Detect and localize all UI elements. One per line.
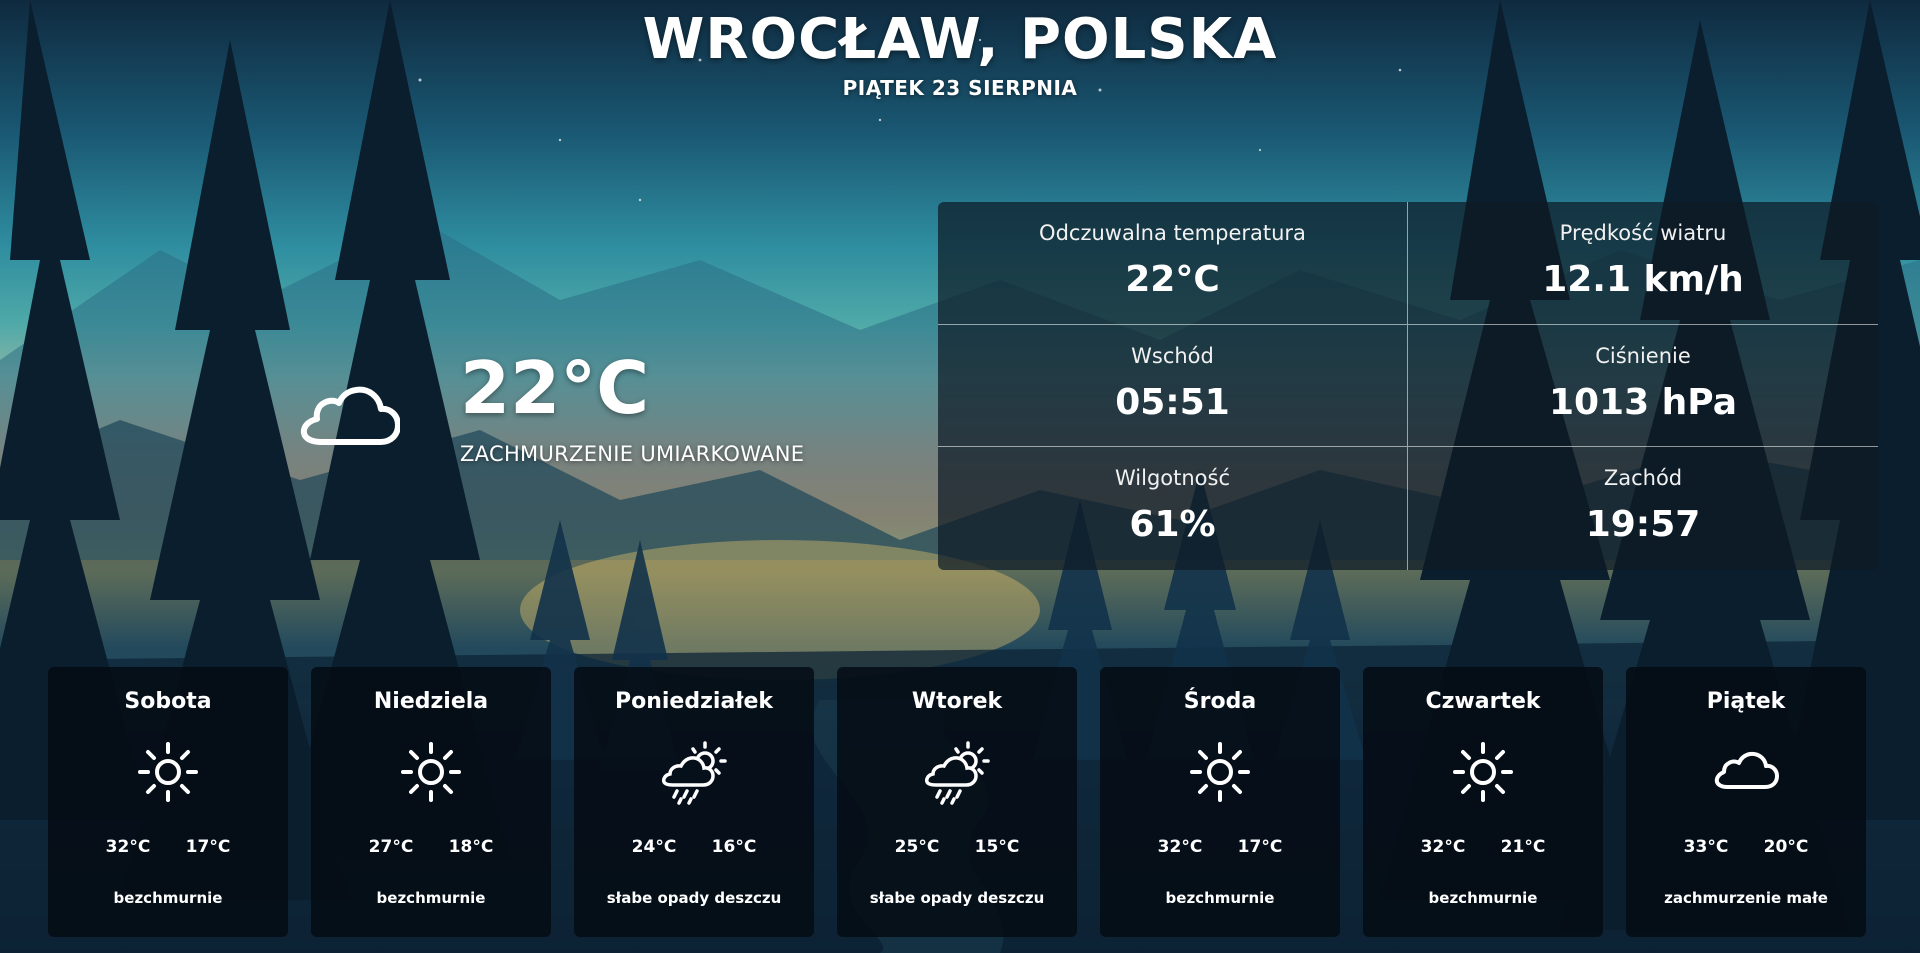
detail-humidity: Wilgotność 61% (938, 447, 1408, 570)
forecast-card-sobota[interactable]: Sobota 32°C 17°C bezchmurnie (48, 667, 288, 937)
weather-details-panel: Odczuwalna temperatura 22°C Prędkość wia… (938, 202, 1878, 570)
current-weather: 22°C ZACHMURZENIE UMIARKOWANE (300, 340, 860, 480)
forecast-card-czwartek[interactable]: Czwartek 32°C 21°C bezchmurnie (1363, 667, 1603, 937)
city-title: WROCŁAW, POLSKA (642, 7, 1278, 72)
detail-value: 19:57 (1585, 504, 1701, 546)
forecast-max-temp: 25°C (894, 837, 940, 857)
forecast-min-temp: 15°C (974, 837, 1020, 857)
forecast-day: Niedziela (373, 689, 489, 714)
forecast-description: zachmurzenie małe (1664, 889, 1828, 907)
detail-label: Ciśnienie (1595, 343, 1691, 368)
cloud-icon (1714, 751, 1779, 789)
sun-icon (138, 742, 198, 802)
forecast-max-temp: 32°C (1420, 837, 1466, 857)
sun-cloud-rain-icon (662, 741, 727, 805)
detail-sunset: Zachód 19:57 (1408, 447, 1878, 570)
forecast-max-temp: 33°C (1683, 837, 1729, 857)
detail-label: Wschód (1131, 343, 1214, 368)
forecast-day: Sobota (124, 689, 212, 714)
forecast-min-temp: 17°C (1237, 837, 1283, 857)
forecast-card-poniedzialek[interactable]: Poniedziałek 24°C 16°C słabe opady deszc… (574, 667, 814, 937)
forecast-min-temp: 20°C (1763, 837, 1809, 857)
current-description: ZACHMURZENIE UMIARKOWANE (460, 442, 805, 466)
forecast-card-sroda[interactable]: Środa 32°C 17°C bezchmurnie (1100, 667, 1340, 937)
detail-wind-speed: Prędkość wiatru 12.1 km/h (1408, 202, 1878, 325)
forecast-description: bezchmurnie (1428, 889, 1538, 907)
forecast-description: słabe opady deszczu (869, 889, 1045, 907)
forecast-min-temp: 17°C (185, 837, 231, 857)
forecast-max-temp: 32°C (1157, 837, 1203, 857)
forecast-day: Czwartek (1425, 689, 1541, 714)
forecast-day: Środa (1183, 689, 1257, 714)
forecast-day: Wtorek (911, 689, 1003, 714)
detail-value: 1013 hPa (1548, 381, 1738, 423)
sun-icon (401, 742, 461, 802)
forecast-max-temp: 24°C (631, 837, 677, 857)
page-header: WROCŁAW, POLSKA PIĄTEK 23 SIERPNIA (0, 0, 1920, 100)
detail-value: 61% (1129, 504, 1216, 546)
forecast-max-temp: 27°C (368, 837, 414, 857)
detail-value: 22°C (1125, 259, 1220, 300)
forecast-card-piatek[interactable]: Piątek 33°C 20°C zachmurzenie małe (1626, 667, 1866, 937)
current-temperature: 22°C (460, 346, 650, 430)
detail-value: 12.1 km/h (1542, 259, 1744, 300)
forecast-description: bezchmurnie (376, 889, 486, 907)
forecast-min-temp: 18°C (448, 837, 494, 857)
detail-label: Zachód (1603, 466, 1683, 491)
forecast-max-temp: 32°C (105, 837, 151, 857)
sun-cloud-rain-icon (925, 741, 990, 805)
sun-icon (1453, 742, 1513, 802)
forecast-day: Piątek (1706, 689, 1786, 714)
forecast-description: bezchmurnie (113, 889, 223, 907)
detail-pressure: Ciśnienie 1013 hPa (1408, 325, 1878, 448)
forecast-day: Poniedziałek (614, 689, 774, 714)
forecast-min-temp: 21°C (1500, 837, 1546, 857)
detail-feels-like: Odczuwalna temperatura 22°C (938, 202, 1408, 325)
forecast-description: słabe opady deszczu (606, 889, 782, 907)
forecast-min-temp: 16°C (711, 837, 757, 857)
current-date: PIĄTEK 23 SIERPNIA (842, 76, 1078, 100)
sun-icon (1190, 742, 1250, 802)
forecast-description: bezchmurnie (1165, 889, 1275, 907)
detail-label: Prędkość wiatru (1559, 221, 1727, 245)
forecast-row: Sobota 32°C 17°C bezchmurnie Niedziela 2… (48, 667, 1868, 937)
detail-label: Odczuwalna temperatura (1039, 221, 1306, 245)
forecast-card-niedziela[interactable]: Niedziela 27°C 18°C bezchmurnie (311, 667, 551, 937)
cloud-icon (300, 386, 400, 445)
detail-sunrise: Wschód 05:51 (938, 324, 1408, 448)
detail-value: 05:51 (1115, 381, 1230, 423)
detail-label: Wilgotność (1114, 466, 1231, 491)
forecast-card-wtorek[interactable]: Wtorek 25°C 15°C słabe opady deszczu (837, 667, 1077, 937)
